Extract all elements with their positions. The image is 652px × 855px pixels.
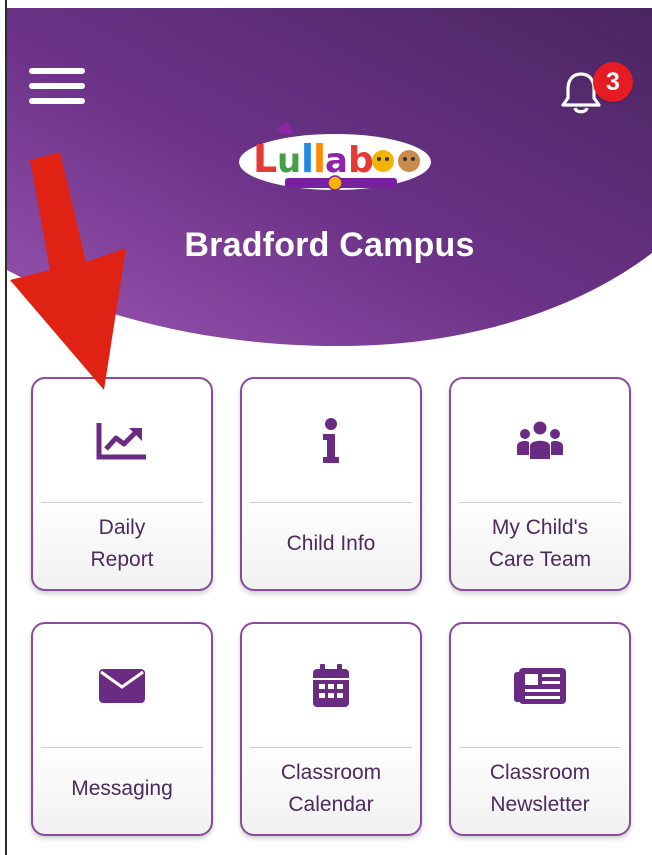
svg-text:a: a	[325, 141, 348, 181]
users-group-icon	[517, 421, 563, 459]
child-info-tile[interactable]: Child Info	[240, 377, 422, 591]
menu-button[interactable]	[29, 68, 85, 108]
messaging-tile[interactable]: Messaging	[31, 622, 213, 836]
newspaper-icon	[514, 667, 566, 704]
line-chart-icon	[96, 422, 146, 459]
svg-text:L: L	[253, 137, 277, 181]
tile-label: Child Info	[286, 531, 376, 555]
hamburger-menu-icon	[29, 68, 85, 74]
campus-title: Bradford Campus	[184, 226, 475, 264]
tile-label: Daily Report	[90, 515, 154, 571]
svg-text:b: b	[348, 140, 374, 181]
tile-label: Classroom Calendar	[280, 760, 382, 816]
header: 3 L u l l a b Bradford Campus	[7, 8, 652, 346]
tile-label: Classroom Newsletter	[489, 760, 591, 816]
window-frame-edge	[0, 0, 7, 855]
envelope-icon	[99, 668, 145, 703]
daily-report-tile[interactable]: Daily Report	[31, 377, 213, 591]
lullaboo-logo: L u l l a b	[235, 120, 435, 202]
svg-text:u: u	[277, 141, 301, 181]
info-icon	[323, 417, 339, 463]
tile-label: Messaging	[71, 776, 173, 800]
app-screen: 3 L u l l a b Bradford Campus Daily Repo…	[7, 0, 652, 855]
tile-label: My Child's Care Team	[488, 515, 592, 571]
classroom-newsletter-tile[interactable]: Classroom Newsletter	[449, 622, 631, 836]
notifications-button[interactable]: 3	[559, 60, 633, 120]
notification-badge: 3	[593, 62, 633, 102]
classroom-calendar-tile[interactable]: Classroom Calendar	[240, 622, 422, 836]
calendar-icon	[313, 663, 349, 707]
care-team-tile[interactable]: My Child's Care Team	[449, 377, 631, 591]
